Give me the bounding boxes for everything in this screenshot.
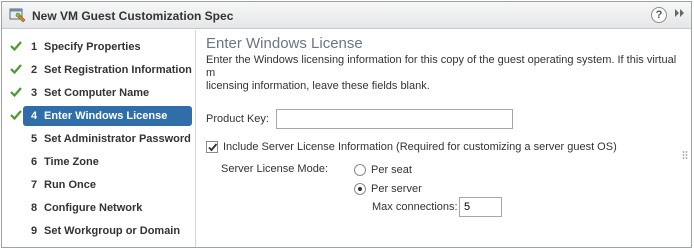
step-number: 4	[31, 110, 38, 122]
vm-customization-icon	[9, 7, 27, 23]
checkmark-icon	[208, 143, 218, 152]
max-connections-input[interactable]	[459, 197, 502, 217]
step-label: Configure Network	[44, 202, 143, 214]
step-set-computer-name[interactable]: 3 Set Computer Name	[2, 83, 195, 103]
step-configure-network[interactable]: 8 Configure Network	[2, 198, 195, 218]
step-number: 6	[31, 156, 38, 168]
step-set-administrator-password[interactable]: 5 Set Administrator Password	[2, 129, 195, 149]
step-number: 8	[31, 202, 38, 214]
check-icon	[10, 86, 22, 98]
page-title: Enter Windows License	[206, 35, 363, 52]
step-label: Set Computer Name	[44, 87, 150, 99]
help-button[interactable]: ?	[651, 7, 667, 23]
step-label: Specify Properties	[44, 41, 141, 53]
step-number: 9	[31, 225, 38, 237]
page-description: Enter the Windows licensing information …	[206, 54, 677, 92]
wizard-window: New VM Guest Customization Spec ? 1 Spec…	[1, 1, 692, 248]
title-bar: New VM Guest Customization Spec ?	[2, 2, 691, 29]
per-seat-label[interactable]: Per seat	[371, 164, 412, 176]
include-server-license-label[interactable]: Include Server License Information (Requ…	[223, 141, 617, 153]
step-label: Set Workgroup or Domain	[44, 225, 181, 237]
radio-selected-dot	[358, 187, 362, 191]
server-license-mode-label: Server License Mode:	[221, 163, 328, 175]
include-server-license-checkbox[interactable]	[206, 141, 218, 153]
step-label: Enter Windows License	[44, 110, 168, 122]
step-enter-windows-license[interactable]: 4 Enter Windows License	[2, 106, 195, 126]
per-server-radio[interactable]	[354, 183, 366, 195]
check-icon	[10, 63, 22, 75]
product-key-label: Product Key:	[206, 113, 269, 125]
step-number: 3	[31, 87, 38, 99]
step-number: 2	[31, 64, 38, 76]
step-set-workgroup-or-domain[interactable]: 9 Set Workgroup or Domain	[2, 221, 195, 241]
step-number: 5	[31, 133, 38, 145]
per-seat-radio[interactable]	[354, 164, 366, 176]
resize-grip-icon[interactable]	[682, 150, 688, 160]
step-label: Run Once	[44, 179, 96, 191]
window-title: New VM Guest Customization Spec	[32, 9, 234, 23]
step-label: Set Administrator Password	[44, 133, 191, 145]
step-number: 1	[31, 41, 38, 53]
step-run-once[interactable]: 7 Run Once	[2, 175, 195, 195]
step-time-zone[interactable]: 6 Time Zone	[2, 152, 195, 172]
check-icon	[10, 109, 22, 121]
step-specify-properties[interactable]: 1 Specify Properties	[2, 37, 195, 57]
step-number: 7	[31, 179, 38, 191]
max-connections-label: Max connections:	[372, 201, 458, 213]
step-label: Set Registration Information	[44, 64, 192, 76]
check-icon	[10, 40, 22, 52]
step-label: Time Zone	[44, 156, 99, 168]
license-form-panel: Enter Windows License Enter the Windows …	[197, 30, 691, 247]
expand-icon[interactable]	[672, 7, 688, 23]
product-key-input[interactable]	[276, 109, 513, 129]
per-server-label[interactable]: Per server	[371, 183, 422, 195]
wizard-steps-sidebar: 1 Specify Properties 2 Set Registration …	[2, 30, 196, 247]
step-set-registration-information[interactable]: 2 Set Registration Information	[2, 60, 195, 80]
